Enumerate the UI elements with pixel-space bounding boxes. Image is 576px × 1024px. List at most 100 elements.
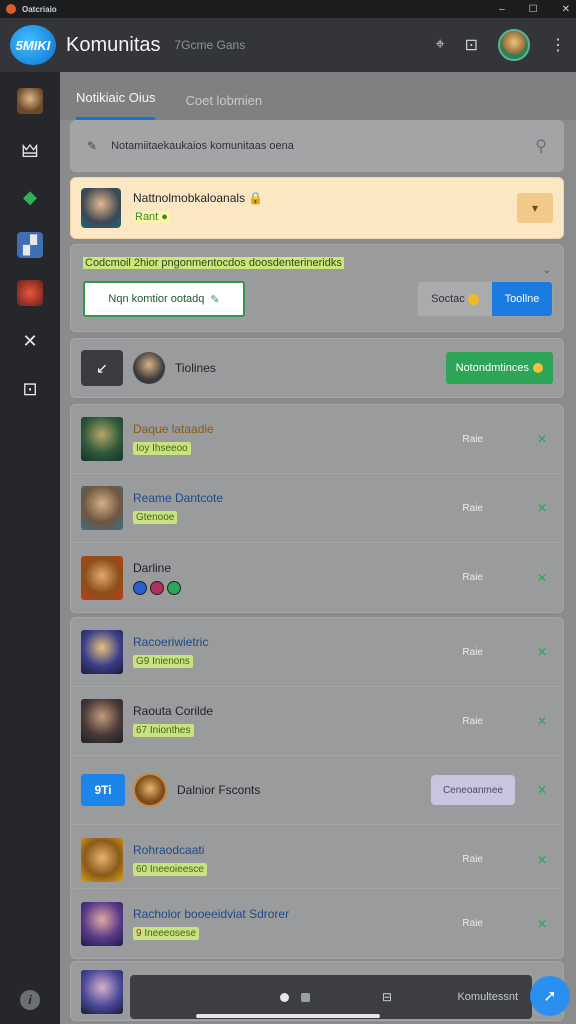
thumb-image: [81, 417, 123, 461]
tab-bar: Notikiaic Oius Coet lobmien: [60, 72, 576, 120]
row-title: Daque lataadie: [133, 422, 214, 436]
invite-button-label: Nqn komtior ootadq: [108, 293, 205, 305]
remove-icon[interactable]: ✕: [537, 432, 547, 446]
bottom-toolbar: ⊟ Komultessnt: [130, 975, 532, 1019]
record-icon[interactable]: [280, 992, 289, 1002]
bottom-label: Komultessnt: [457, 991, 518, 1003]
minimize-icon[interactable]: –: [499, 4, 505, 15]
row-role: Raie: [462, 646, 483, 658]
row-role: Raie: [462, 918, 483, 929]
sidebar-avatar-icon[interactable]: [17, 88, 43, 114]
bookmark-icon[interactable]: ⊡: [465, 35, 478, 55]
tag-icon[interactable]: ◆: [17, 184, 43, 210]
list-item[interactable]: Darline Raie ✕: [71, 543, 563, 612]
close-icon[interactable]: ✕: [562, 4, 570, 15]
window-controls: – ☐ ✕: [499, 4, 570, 15]
segment-soctac[interactable]: Soctac: [418, 282, 492, 316]
header-actions: ⌖ ⊡ ⋮: [436, 29, 566, 61]
home-indicator: [196, 1014, 380, 1018]
row-subtitle: Gtenooe: [133, 511, 178, 524]
map-icon[interactable]: ▞: [17, 232, 43, 258]
notice-avatar: [81, 188, 121, 228]
invite-button[interactable]: Nqn komtior ootadq ✎: [83, 281, 245, 317]
member-group-1: Daque lataadie Ioy Ihseeoo Raie ✕ Reame …: [70, 404, 564, 613]
search-bar[interactable]: ✎ Notamiitaekaukaios komunitaas oena ⚲: [70, 120, 564, 172]
game-icon[interactable]: [17, 280, 43, 306]
coin-icon: [467, 293, 479, 305]
stop-icon[interactable]: [301, 992, 310, 1002]
thumb-image: [81, 486, 123, 530]
invite-panel: Codcmoil 2hior pngonmentocdos doosdenter…: [70, 244, 564, 332]
list-item[interactable]: Rohraodcaati 60 Ineeoieesce Raie ✕: [71, 825, 563, 894]
app-header: 5MIKI Komunitas 7Gcme Gans ⌖ ⊡ ⋮: [0, 18, 576, 72]
user-avatar[interactable]: [498, 29, 530, 61]
row-subtitle: 60 Ineeoieesce: [133, 862, 207, 876]
notice-title: Nattnolmobkaloanals 🔒: [133, 191, 264, 205]
row-subtitle: Ioy Ihseeoo: [133, 442, 191, 455]
screenshot-icon[interactable]: ⊡: [17, 376, 43, 402]
row-title: Raouta Corilde: [133, 704, 214, 718]
remove-icon[interactable]: ✕: [537, 645, 547, 659]
clear-icon[interactable]: ⚲: [535, 136, 547, 156]
list-item[interactable]: Daque lataadie Ioy Ihseeoo Raie ✕: [71, 405, 563, 474]
online-action-button[interactable]: Notondmtinces: [445, 352, 553, 384]
chevron-down-icon[interactable]: ⌄: [543, 265, 551, 276]
remove-icon[interactable]: ✕: [537, 783, 547, 797]
list-item[interactable]: 9Ti Dalnior Fsconts Ceneoanmee ✕: [71, 756, 563, 825]
online-avatar: [133, 352, 165, 384]
tab-coet[interactable]: Coet lobmien: [185, 93, 262, 120]
remove-icon[interactable]: ✕: [537, 853, 547, 867]
search-text: Notamiitaekaukaios komunitaas oena: [111, 140, 294, 152]
window-title: Oatcriaio: [22, 4, 57, 14]
thumb-image: [81, 970, 123, 1014]
row-action-button[interactable]: Ceneoanmee: [430, 775, 515, 805]
segment-toollne[interactable]: Toollne: [492, 282, 552, 316]
row-subtitle: 67 Inionthes: [133, 724, 194, 737]
pin-small-icon: ✎: [87, 139, 98, 153]
level-chip: 9Ti: [81, 774, 125, 806]
list-item[interactable]: Racoeriwietric G9 Inienons Raie ✕: [71, 618, 563, 687]
thumb-image: [81, 555, 123, 600]
remove-icon[interactable]: ✕: [537, 917, 547, 931]
list-item[interactable]: Reame Dantcote Gtenooe Raie ✕: [71, 474, 563, 543]
tools-icon[interactable]: ✕: [17, 328, 43, 354]
badge-icon: [150, 580, 164, 595]
thumb-image: [81, 901, 123, 946]
badge-icon: [133, 580, 147, 595]
maximize-icon[interactable]: ☐: [529, 4, 538, 15]
notice-subtitle: Rant ●: [133, 211, 170, 223]
list-item[interactable]: Racholor booeeidviat Sdrorer 9 Ineeeoses…: [71, 889, 563, 958]
main-content: Notikiaic Oius Coet lobmien ✎ Notamiitae…: [60, 72, 576, 1024]
row-subtitle: G9 Inienons: [133, 655, 193, 668]
app-icon: [6, 4, 16, 14]
remove-icon[interactable]: ✕: [537, 501, 547, 515]
window-titlebar: Oatcriaio – ☐ ✕: [0, 0, 576, 18]
horn-icon[interactable]: 🜲: [17, 136, 43, 162]
notice-expand-button[interactable]: ▾: [517, 193, 553, 223]
row-role: Raie: [462, 433, 483, 445]
invite-text: Codcmoil 2hior pngonmentocdos doosdenter…: [83, 257, 344, 269]
member-group-3: Racholor booeeidviat Sdrorer 9 Ineeeoses…: [70, 888, 564, 959]
row-avatar: [133, 773, 167, 807]
pin-icon[interactable]: ⌖: [436, 36, 445, 54]
more-vert-icon[interactable]: ⋮: [550, 35, 566, 55]
sidebar: 🜲 ◆ ▞ ✕ ⊡ i: [0, 72, 60, 1024]
share-fab-button[interactable]: ➚: [530, 976, 570, 1016]
edit-icon: ✎: [210, 293, 220, 306]
app-logo[interactable]: 5MIKI: [10, 25, 56, 65]
row-badges: [133, 580, 181, 595]
back-button[interactable]: ↙: [81, 350, 123, 386]
row-role: Raie: [462, 854, 483, 865]
remove-icon[interactable]: ✕: [537, 571, 547, 585]
coin-icon: [533, 363, 543, 373]
document-icon[interactable]: ⊟: [382, 990, 392, 1004]
online-bar: ↙ Tiolines Notondmtinces: [70, 338, 564, 398]
remove-icon[interactable]: ✕: [537, 714, 547, 728]
row-subtitle: 9 Ineeeosese: [133, 926, 200, 940]
tab-notikiaic[interactable]: Notikiaic Oius: [76, 90, 156, 120]
thumb-image: [81, 699, 123, 743]
list-item[interactable]: Raouta Corilde 67 Inionthes Raie ✕: [71, 687, 563, 756]
member-group-2: Racoeriwietric G9 Inienons Raie ✕ Raouta…: [70, 617, 564, 895]
info-icon[interactable]: i: [20, 990, 40, 1010]
row-role: Raie: [462, 502, 483, 514]
